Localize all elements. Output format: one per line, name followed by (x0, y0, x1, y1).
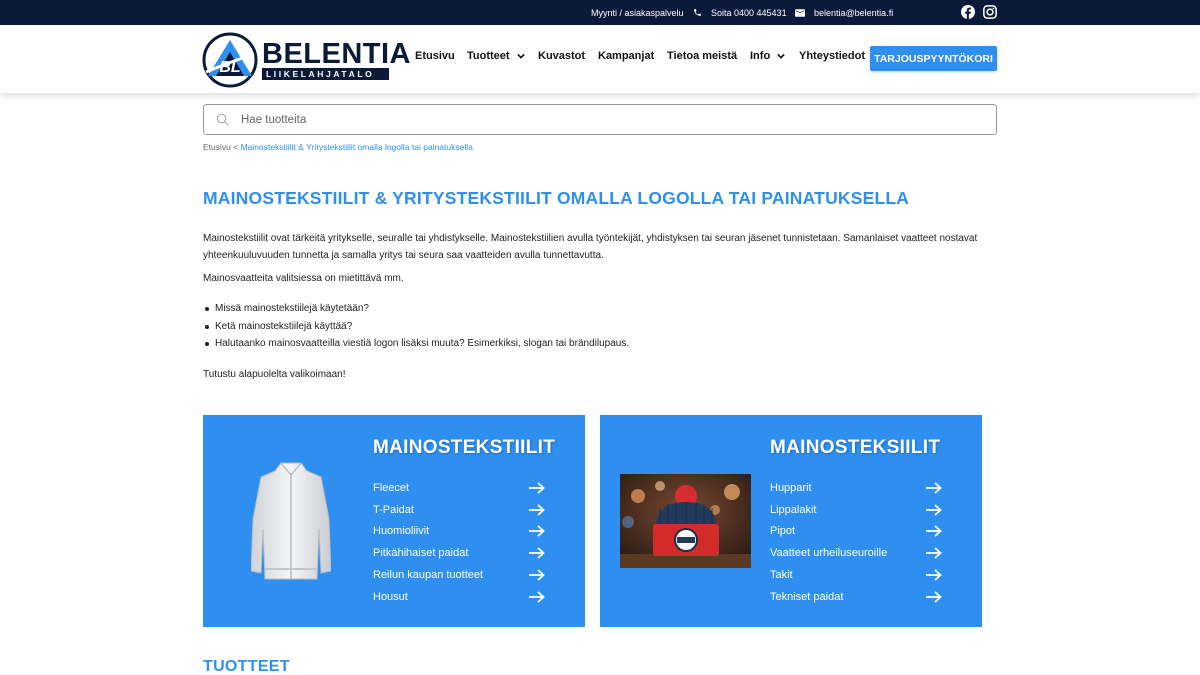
breadcrumb-separator: < (230, 142, 241, 152)
main-nav: Etusivu Tuotteet Kuvastot Kampanjat Tiet… (0, 25, 1200, 93)
phone-label: Soita 0400 445431 (711, 7, 787, 18)
category-link[interactable]: Pitkähihaiset paidat (373, 542, 545, 564)
sales-service-label: Myynti / asiakaspalvelu (591, 7, 684, 18)
category-label: Vaatteet urheiluseuroille (770, 547, 888, 560)
arrow-right-icon (926, 591, 942, 603)
category-link[interactable]: Lippalakit (770, 499, 942, 521)
category-label: Huomioliivit (373, 525, 430, 538)
products-section-title: TUOTTEET (203, 658, 290, 675)
category-link[interactable]: Hupparit (770, 477, 942, 499)
category-link[interactable]: T-Paidat (373, 499, 545, 521)
search-box (203, 104, 997, 135)
breadcrumb-home[interactable]: Etusivu (203, 142, 231, 152)
list-item: Halutaanko mainosvaatteilla viestiä logo… (204, 335, 629, 353)
page-title: MAINOSTEKSTIILIT & YRITYSTEKSTIILIT OMAL… (203, 188, 910, 208)
nav-catalogs-label: Kuvastot (538, 50, 586, 62)
email-link[interactable]: belentia@belentia.fi (795, 0, 893, 25)
category-link[interactable]: Tekniset paidat (770, 586, 942, 608)
nav-contact-label: Yhteystiedot (799, 50, 866, 62)
arrow-right-icon (926, 504, 942, 516)
list-item: Ketä mainostekstiilejä käyttää? (204, 318, 629, 336)
nav-about[interactable]: Tietoa meistä (667, 50, 737, 62)
category-label: Reilun kaupan tuotteet (373, 569, 484, 582)
category-link[interactable]: Housut (373, 586, 545, 608)
email-label: belentia@belentia.fi (814, 7, 894, 18)
arrow-right-icon (529, 591, 545, 603)
category-label: Lippalakit (770, 503, 817, 516)
quote-basket-label: TARJOUSPYYNTÖKORI (874, 52, 993, 65)
category-label: Pitkähihaiset paidat (373, 547, 469, 560)
card-title: MAINOSTEKSTIILIT (373, 437, 556, 458)
breadcrumb: Etusivu < Mainostekstiilit & Yritystekst… (203, 142, 473, 152)
category-label: Hupparit (770, 481, 812, 494)
category-list: Hupparit Lippalakit Pipot Vaatteet urhei… (770, 477, 942, 608)
beanie-image (620, 474, 751, 568)
category-card-textiles: MAINOSTEKSTIILIT Fleecet T-Paidat Huomio… (203, 415, 585, 627)
email-icon (795, 8, 805, 17)
category-link[interactable]: Fleecet (373, 477, 545, 499)
nav-products-label: Tuotteet (467, 50, 510, 62)
search-icon (216, 113, 229, 126)
list-item: Missä mainostekstiilejä käytetään? (204, 300, 629, 318)
category-link[interactable]: Takit (770, 564, 942, 586)
phone-icon (694, 9, 701, 16)
nav-products[interactable]: Tuotteet (467, 50, 525, 62)
category-link[interactable]: Reilun kaupan tuotteet (373, 564, 545, 586)
phone-link[interactable]: Soita 0400 445431 (693, 0, 787, 25)
category-link[interactable]: Huomioliivit (373, 521, 545, 543)
nav-catalogs[interactable]: Kuvastot (538, 50, 585, 62)
card-title: MAINOSTEKSIILIT (770, 437, 941, 458)
nav-about-label: Tietoa meistä (667, 50, 738, 62)
category-label: Fleecet (373, 481, 410, 494)
fleece-jacket-image (251, 462, 331, 580)
nav-campaigns[interactable]: Kampanjat (598, 50, 654, 62)
category-link[interactable]: Pipot (770, 521, 942, 543)
search-input[interactable] (241, 106, 981, 133)
category-card-apparel: MAINOSTEKSIILIT Hupparit Lippalakit Pipo… (600, 415, 982, 627)
chevron-down-icon (516, 53, 525, 59)
arrow-right-icon (529, 525, 545, 538)
facebook-icon[interactable] (961, 5, 975, 19)
nav-contact[interactable]: Yhteystiedot (799, 50, 865, 62)
breadcrumb-current[interactable]: Mainostekstiilit & Yritystekstiilit omal… (241, 142, 473, 152)
category-list: Fleecet T-Paidat Huomioliivit Pitkähihai… (373, 477, 545, 608)
arrow-right-icon (529, 547, 545, 559)
consider-paragraph: Mainosvaatteita valitsiessa on mietittäv… (203, 273, 404, 284)
nav-info-label: Info (750, 50, 771, 62)
arrow-right-icon (926, 547, 942, 559)
site-header: BL BELENTIA LIIKELAHJATALO Etusivu Tuott… (0, 25, 1200, 93)
nav-home-label: Etusivu (415, 50, 455, 62)
nav-info[interactable]: Info (750, 50, 785, 62)
consider-list: Missä mainostekstiilejä käytetään? Ketä … (204, 300, 629, 353)
arrow-right-icon (926, 525, 942, 538)
arrow-right-icon (926, 482, 942, 494)
category-link[interactable]: Vaatteet urheiluseuroille (770, 542, 942, 564)
arrow-right-icon (529, 504, 545, 516)
arrow-right-icon (529, 482, 545, 494)
category-label: Pipot (770, 525, 796, 538)
arrow-right-icon (529, 569, 545, 581)
category-label: Takit (770, 569, 793, 582)
category-label: Housut (373, 590, 408, 603)
category-label: Tekniset paidat (770, 590, 844, 603)
quote-basket-button[interactable]: TARJOUSPYYNTÖKORI (870, 46, 997, 71)
top-bar: Myynti / asiakaspalvelu Soita 0400 44543… (0, 0, 1200, 25)
sales-service-link[interactable]: Myynti / asiakaspalvelu (591, 0, 684, 25)
instagram-icon[interactable] (983, 5, 997, 19)
nav-home[interactable]: Etusivu (415, 50, 455, 62)
explore-paragraph: Tutustu alapuolelta valikoimaan! (203, 369, 346, 380)
category-label: T-Paidat (373, 503, 414, 516)
chevron-down-icon (777, 53, 785, 59)
nav-campaigns-label: Kampanjat (598, 50, 655, 62)
arrow-right-icon (926, 569, 942, 581)
intro-paragraph: Mainostekstiilit ovat tärkeitä yrityksel… (203, 233, 978, 261)
